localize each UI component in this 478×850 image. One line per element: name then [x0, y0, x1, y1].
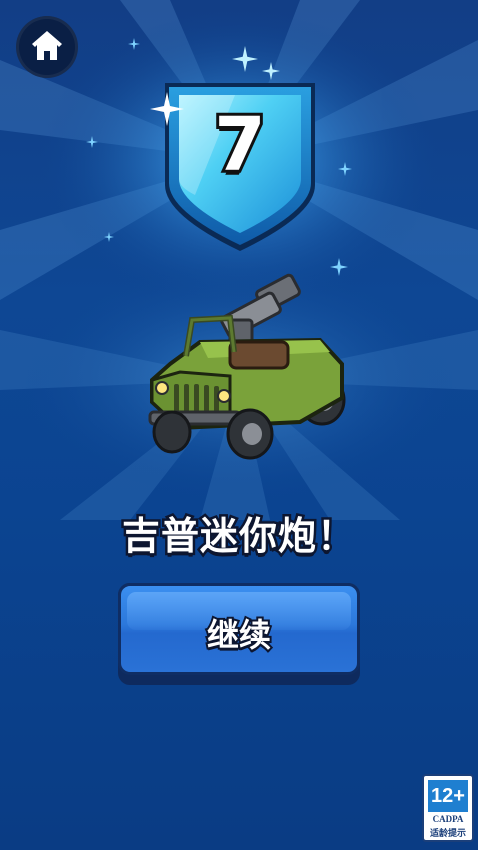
age-rating-org: CADPA [432, 814, 464, 824]
sparkle-icon [128, 38, 140, 50]
continue-button[interactable]: 继续 [118, 583, 360, 685]
home-icon [32, 31, 62, 60]
level-number: 7 [211, 102, 269, 188]
reward-screen: 7 吉普迷你炮！ 继续 12+ CADPA 适龄提示 [0, 0, 478, 850]
sparkle-icon [104, 232, 114, 242]
sparkle-icon [86, 136, 98, 148]
sparkle-icon [338, 162, 352, 176]
age-rating-hint: 适龄提示 [429, 829, 466, 839]
continue-button-face: 继续 [118, 583, 360, 675]
jeep-mini-cannon-icon [148, 273, 346, 460]
age-rating-badge: 12+ CADPA 适龄提示 [422, 774, 474, 842]
continue-button-label: 继续 [205, 614, 273, 656]
reward-item-name: 吉普迷你炮！ [119, 512, 357, 561]
age-rating-number: 12+ [428, 780, 468, 812]
sparkle-icon [232, 46, 258, 72]
home-button[interactable] [16, 16, 78, 78]
